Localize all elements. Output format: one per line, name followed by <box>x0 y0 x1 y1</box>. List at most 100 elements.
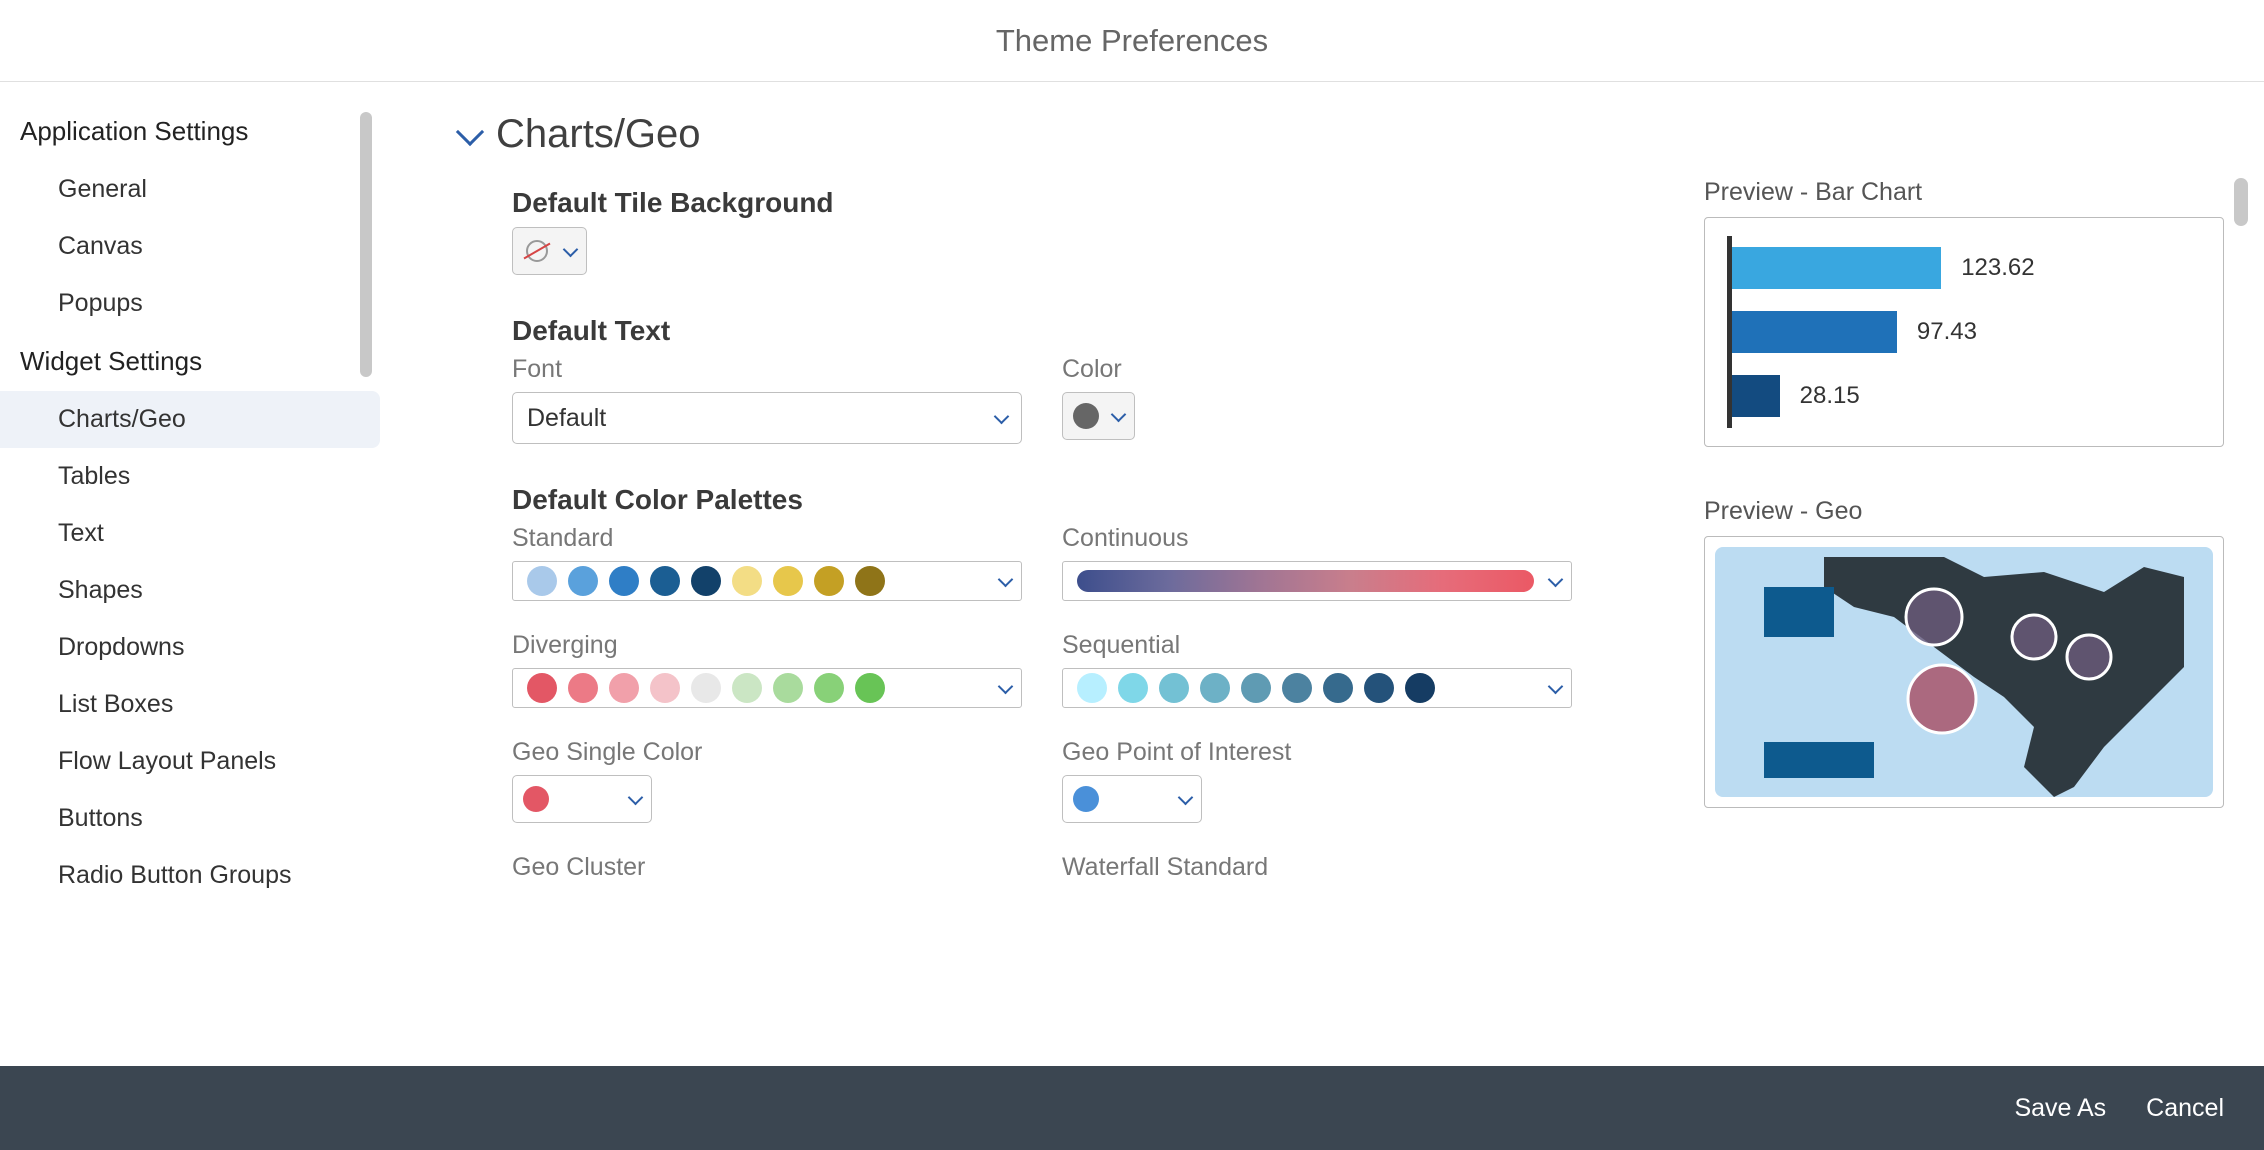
palette-swatch <box>773 673 803 703</box>
bar-value-label: 28.15 <box>1800 382 1860 410</box>
label-color: Color <box>1062 355 1135 384</box>
bar-row: 97.43 <box>1732 300 2201 364</box>
bar-row: 28.15 <box>1732 364 2201 428</box>
label-sequential: Sequential <box>1062 631 1572 660</box>
palette-swatch <box>650 673 680 703</box>
label-standard: Standard <box>512 524 1022 553</box>
sidebar-item-charts-geo[interactable]: Charts/Geo <box>0 391 380 448</box>
palette-swatch <box>568 566 598 596</box>
preview-bar-chart: 123.62 97.43 28.15 <box>1704 217 2224 447</box>
palette-swatch <box>568 673 598 703</box>
preview-column: Preview - Bar Chart 123.6297.4328.15 Pre… <box>1704 112 2224 1066</box>
bar <box>1732 247 1941 289</box>
sidebar-item-general[interactable]: General <box>0 161 380 218</box>
label-font: Font <box>512 355 1022 384</box>
palette-swatch <box>1405 673 1435 703</box>
palette-swatch <box>1118 673 1148 703</box>
bar <box>1732 311 1897 353</box>
sequential-palette-select[interactable] <box>1062 668 1572 708</box>
sidebar: Application Settings General Canvas Popu… <box>0 82 380 1066</box>
preview-geo-map <box>1704 536 2224 808</box>
no-color-icon <box>523 237 551 265</box>
palette-swatch <box>855 566 885 596</box>
preview-bar-title: Preview - Bar Chart <box>1704 178 2224 207</box>
palette-swatch <box>855 673 885 703</box>
sidebar-heading-app-settings: Application Settings <box>0 102 380 161</box>
bar-value-label: 97.43 <box>1917 318 1977 346</box>
font-value: Default <box>527 404 606 433</box>
palette-swatch <box>814 673 844 703</box>
palette-swatch <box>1159 673 1189 703</box>
label-diverging: Diverging <box>512 631 1022 660</box>
geo-single-select[interactable] <box>512 775 652 823</box>
section-header[interactable]: Charts/Geo <box>460 112 1664 157</box>
bar-row: 123.62 <box>1732 236 2201 300</box>
palette-swatch <box>1241 673 1271 703</box>
chevron-down-icon <box>1178 789 1194 805</box>
palette-swatch <box>609 673 639 703</box>
sidebar-scrollbar[interactable] <box>360 112 372 377</box>
palette-swatch <box>1077 673 1107 703</box>
sidebar-item-text[interactable]: Text <box>0 505 380 562</box>
continuous-palette-select[interactable] <box>1062 561 1572 601</box>
chevron-down-icon <box>628 789 644 805</box>
dialog-header: Theme Preferences <box>0 0 2264 82</box>
palette-swatch <box>732 673 762 703</box>
chevron-down-icon <box>456 117 484 145</box>
sidebar-item-flow-layout-panels[interactable]: Flow Layout Panels <box>0 733 380 790</box>
diverging-palette-select[interactable] <box>512 668 1022 708</box>
palette-swatch <box>527 566 557 596</box>
palette-swatch <box>1364 673 1394 703</box>
bar <box>1732 375 1780 417</box>
sidebar-item-buttons[interactable]: Buttons <box>0 790 380 847</box>
group-tile-background: Default Tile Background <box>512 187 1664 275</box>
standard-palette-select[interactable] <box>512 561 1022 601</box>
group-title-palettes: Default Color Palettes <box>512 484 1664 516</box>
tile-bg-select[interactable] <box>512 227 587 275</box>
cancel-button[interactable]: Cancel <box>2146 1094 2224 1123</box>
label-continuous: Continuous <box>1062 524 1572 553</box>
bar-chart-bars: 123.62 97.43 28.15 <box>1732 236 2201 428</box>
preview-scrollbar[interactable] <box>2234 178 2248 226</box>
chevron-down-icon <box>1548 571 1564 587</box>
color-swatch-icon <box>1073 403 1099 429</box>
sidebar-item-shapes[interactable]: Shapes <box>0 562 380 619</box>
sidebar-item-list-boxes[interactable]: List Boxes <box>0 676 380 733</box>
save-as-button[interactable]: Save As <box>2014 1094 2106 1123</box>
palette-swatch <box>773 566 803 596</box>
palette-swatch <box>732 566 762 596</box>
dialog-title: Theme Preferences <box>996 23 1268 59</box>
chevron-down-icon <box>998 571 1014 587</box>
palette-swatch <box>1282 673 1312 703</box>
palette-swatch <box>691 673 721 703</box>
section-title: Charts/Geo <box>496 112 701 157</box>
palette-swatch <box>1200 673 1230 703</box>
palette-swatch <box>814 566 844 596</box>
group-default-text: Default Text Font Default Color <box>512 315 1664 444</box>
chevron-down-icon <box>1548 678 1564 694</box>
main-area: Application Settings General Canvas Popu… <box>0 82 2264 1066</box>
chevron-down-icon <box>998 678 1014 694</box>
sequential-swatches <box>1077 673 1435 703</box>
sidebar-heading-widget-settings: Widget Settings <box>0 332 380 391</box>
font-select[interactable]: Default <box>512 392 1022 444</box>
sidebar-item-popups[interactable]: Popups <box>0 275 380 332</box>
sidebar-item-canvas[interactable]: Canvas <box>0 218 380 275</box>
sidebar-item-radio-button-groups[interactable]: Radio Button Groups <box>0 847 380 904</box>
palette-swatch <box>1323 673 1353 703</box>
palette-swatch <box>609 566 639 596</box>
color-swatch-icon <box>1073 786 1099 812</box>
geo-poi-select[interactable] <box>1062 775 1202 823</box>
group-palettes: Default Color Palettes Standard Continuo… <box>512 484 1664 890</box>
text-color-select[interactable] <box>1062 392 1135 440</box>
sidebar-item-dropdowns[interactable]: Dropdowns <box>0 619 380 676</box>
palette-swatch <box>650 566 680 596</box>
group-title-tile-bg: Default Tile Background <box>512 187 1664 219</box>
label-geo-cluster: Geo Cluster <box>512 853 1022 882</box>
label-geo-single: Geo Single Color <box>512 738 1022 767</box>
diverging-swatches <box>527 673 885 703</box>
geo-map <box>1715 547 2213 797</box>
chevron-down-icon <box>563 241 579 257</box>
settings-column: Charts/Geo Default Tile Background Defau… <box>460 112 1704 1066</box>
sidebar-item-tables[interactable]: Tables <box>0 448 380 505</box>
